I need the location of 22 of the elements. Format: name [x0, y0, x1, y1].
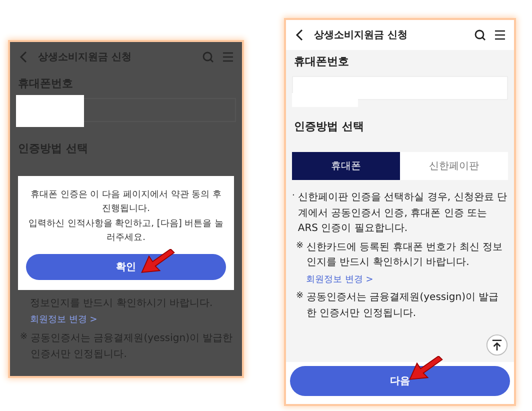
next-button[interactable]: 다음 — [290, 366, 510, 396]
menu-icon[interactable] — [494, 29, 506, 41]
pointer-arrow-icon — [140, 248, 176, 276]
section-label: 인증방법 선택 — [293, 119, 365, 135]
page-title: 상생소비지원금 신청 — [314, 29, 408, 42]
pointer-arrow-icon — [408, 356, 444, 383]
method-tab[interactable]: 휴대폰 — [292, 152, 400, 180]
scroll-top-icon[interactable] — [486, 334, 508, 356]
dialog-message: 휴대폰 인증은 이 다음 페이지에서 약관 동의 후 진행됩니다. 입력하신 인적사항을 확인하고, [다음] 버튼을 눌러주세요. — [27, 189, 225, 246]
note-text: 신한페이판 인증을 선택하실 경우, 신청완료 단계에서 공동인증서 인증, 휴대폰 인증 또는 ARS 인증이 필요합니다. — [298, 191, 508, 236]
note-marker: · — [292, 190, 295, 203]
note-text: 신한카드에 등록된 휴대폰 번호가 최신 정보인지를 반드시 확인하시기 바랍니다. — [306, 240, 504, 270]
confirm-button[interactable]: 확인 — [26, 254, 226, 280]
member-info-link[interactable]: 회원정보 변경 > — [30, 314, 98, 328]
search-icon[interactable] — [474, 29, 486, 41]
note-marker: ※ — [296, 290, 304, 304]
member-info-link[interactable]: 회원정보 변경 > — [306, 274, 374, 288]
redaction-overlay — [16, 95, 84, 127]
note-text: 공동인증서는 금융결제원(yessign)이 발급한 인증서만 인정됩니다. — [306, 291, 500, 321]
note-marker: ※ — [20, 331, 28, 344]
field-label: 휴대폰번호 — [293, 54, 350, 70]
note-marker: ※ — [296, 240, 304, 252]
